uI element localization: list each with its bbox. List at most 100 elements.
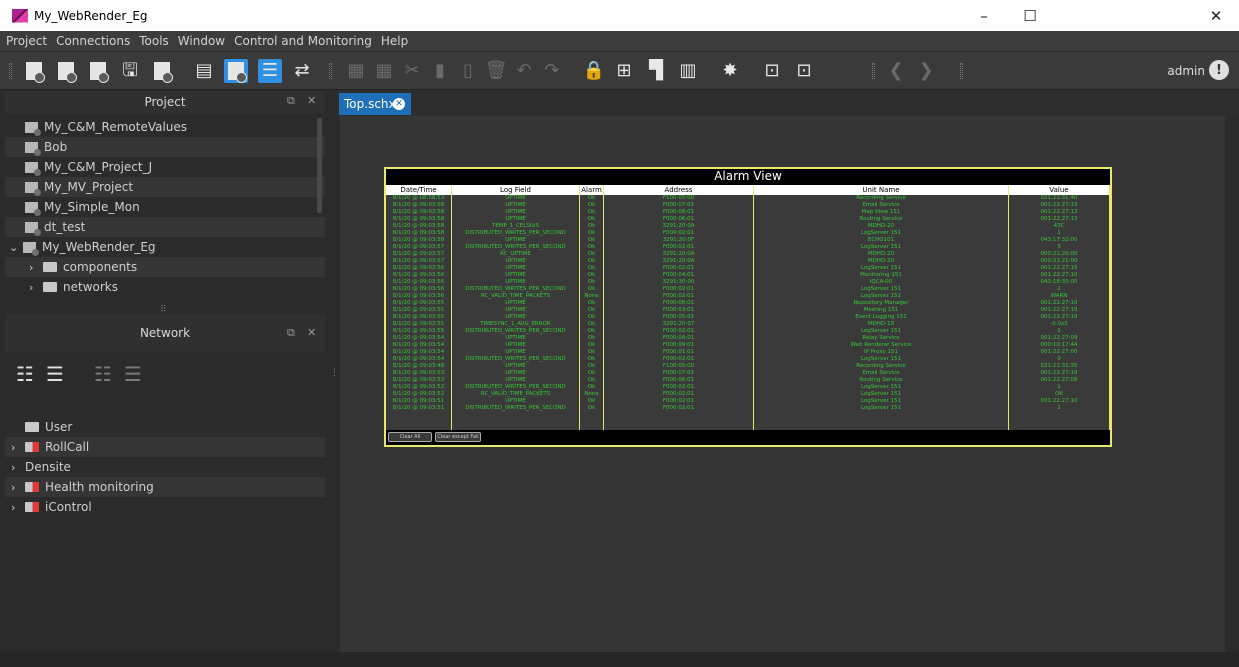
project-item[interactable]: Bob bbox=[5, 137, 325, 157]
menu-tools[interactable]: Tools bbox=[139, 34, 169, 48]
save-button[interactable]: 🖫 bbox=[118, 59, 142, 83]
alarm-column-header[interactable]: Log Field bbox=[452, 185, 579, 195]
folder-item-networks[interactable]: › networks bbox=[5, 277, 325, 297]
redo-button[interactable]: ↷ bbox=[540, 59, 564, 83]
alarm-column-header[interactable]: Address bbox=[604, 185, 753, 195]
alarm-cell: 8/1/20 @ 09:03:54 bbox=[392, 342, 445, 348]
copy-button[interactable]: ▮ bbox=[428, 59, 452, 83]
network-item-health[interactable]: › Health monitoring bbox=[5, 477, 325, 497]
network-item-icontrol[interactable]: › iControl bbox=[5, 497, 325, 517]
alarm-cell: 8/1/20 @ 09:03:57 bbox=[392, 258, 445, 264]
clear-all-button[interactable]: Clear All bbox=[388, 432, 432, 442]
layer-button[interactable]: ▜ bbox=[644, 59, 668, 83]
back-button[interactable]: ❮ bbox=[884, 59, 908, 83]
alarm-cell: 8/1/20 @ 09:03:52 bbox=[392, 391, 445, 397]
user-name[interactable]: admin bbox=[1167, 64, 1205, 78]
close-document-icon bbox=[90, 62, 109, 83]
paste-button[interactable]: ▯ bbox=[456, 59, 480, 83]
project-item[interactable]: My_Simple_Mon bbox=[5, 197, 325, 217]
alarm-view-widget[interactable]: Alarm View Date/Time 8/1/20 @ 08:58:53 8/1… bbox=[384, 167, 1112, 447]
project-item[interactable]: dt_test bbox=[5, 217, 325, 237]
run-remote-button[interactable]: ⊡ bbox=[792, 59, 816, 83]
menu-connections[interactable]: Connections bbox=[56, 34, 130, 48]
close-icon[interactable]: ✕ bbox=[307, 326, 316, 339]
save-as-icon bbox=[154, 62, 173, 83]
folder-item-components[interactable]: › components bbox=[5, 257, 325, 277]
chevron-down-icon[interactable]: ⌄ bbox=[9, 241, 19, 254]
network-item-user[interactable]: User bbox=[5, 417, 325, 437]
alarm-column-header[interactable]: Unit Name bbox=[754, 185, 1008, 195]
new-project-button[interactable] bbox=[22, 59, 46, 83]
alarm-column-header[interactable]: Date/Time bbox=[386, 185, 451, 195]
status-bar bbox=[0, 652, 1239, 667]
network-item-densite[interactable]: › Densite bbox=[5, 457, 325, 477]
toolbar-grip[interactable] bbox=[329, 63, 332, 79]
menu-project[interactable]: Project bbox=[6, 34, 47, 48]
chevron-right-icon[interactable]: › bbox=[29, 261, 39, 274]
align-button[interactable]: ▥ bbox=[676, 59, 700, 83]
save-as-button[interactable] bbox=[150, 59, 174, 83]
delete-button[interactable]: 🗑 bbox=[484, 59, 508, 83]
toolbar-grip[interactable] bbox=[960, 63, 963, 79]
undock-icon[interactable]: ⧉ bbox=[287, 326, 295, 340]
alarm-column-header[interactable]: Value bbox=[1009, 185, 1109, 195]
canvas-scrollbar[interactable] bbox=[1225, 116, 1239, 652]
open-project-button[interactable] bbox=[54, 59, 78, 83]
run-local-button[interactable]: ⊡ bbox=[760, 59, 784, 83]
menu-control-monitoring[interactable]: Control and Monitoring bbox=[234, 34, 372, 48]
toolbar-grip[interactable] bbox=[872, 63, 875, 79]
alarm-cell: MDHD-20 bbox=[867, 251, 895, 257]
project-item[interactable]: My_C&M_Project_J bbox=[5, 157, 325, 177]
project-item-expanded[interactable]: ⌄ My_WebRender_Eg bbox=[5, 237, 325, 257]
maximize-button[interactable]: ☐ bbox=[1007, 0, 1053, 31]
clear-except-fail-button[interactable]: Clear except Fail bbox=[435, 432, 481, 442]
expand-all-button[interactable]: ☷ bbox=[13, 361, 37, 387]
undock-icon[interactable]: ⧉ bbox=[287, 94, 295, 108]
collapse-selected-button[interactable]: ☰ bbox=[121, 361, 145, 387]
project-scrollbar[interactable] bbox=[317, 118, 322, 213]
project-item[interactable]: My_MV_Project bbox=[5, 177, 325, 197]
menu-help[interactable]: Help bbox=[381, 34, 408, 48]
title-bar: My_WebRender_Eg – ☐ ✕ bbox=[0, 0, 1239, 31]
menu-window[interactable]: Window bbox=[178, 34, 225, 48]
toolbar-grip[interactable] bbox=[9, 63, 12, 79]
lock-button[interactable]: 🔒 bbox=[582, 59, 606, 83]
forward-button[interactable]: ❯ bbox=[914, 59, 938, 83]
collapse-all-button[interactable]: ☰ bbox=[43, 361, 67, 387]
undo-button[interactable]: ↶ bbox=[512, 59, 536, 83]
connect-button[interactable]: ⇄ bbox=[290, 59, 314, 83]
folder-icon bbox=[43, 282, 57, 292]
cut-button[interactable]: ✂ bbox=[400, 59, 424, 83]
chevron-right-icon[interactable]: › bbox=[11, 461, 21, 474]
expand-selected-button[interactable]: ☷ bbox=[91, 361, 115, 387]
close-tab-icon[interactable]: ✕ bbox=[393, 98, 405, 110]
chevron-right-icon[interactable]: › bbox=[11, 441, 21, 454]
grid-small-button[interactable]: ▦ bbox=[344, 59, 368, 83]
chevron-right-icon[interactable]: › bbox=[29, 281, 39, 294]
editor-tab-bar: Top.schx ✕ bbox=[337, 90, 1239, 116]
close-button[interactable]: ✕ bbox=[1193, 0, 1239, 31]
grid-toggle-button[interactable]: ⊞ bbox=[612, 59, 636, 83]
project-view-button[interactable] bbox=[224, 59, 248, 83]
project-item[interactable]: My_C&M_RemoteValues bbox=[5, 117, 325, 137]
grid-large-button[interactable]: ▦ bbox=[372, 59, 396, 83]
close-project-button[interactable] bbox=[86, 59, 110, 83]
alarm-column-header[interactable]: Alarm bbox=[580, 185, 603, 195]
properties-button[interactable]: ▤ bbox=[192, 59, 216, 83]
close-icon[interactable]: ✕ bbox=[307, 94, 316, 107]
alarm-cell: F000:03:01 bbox=[662, 307, 695, 313]
alarm-column: Value 021:21:31:40 001:22:27:13 001:22:27:1… bbox=[1009, 185, 1110, 433]
chevron-right-icon[interactable]: › bbox=[11, 501, 21, 514]
alarm-cell: LogServer 151 bbox=[860, 286, 902, 292]
alarm-cell: OK bbox=[1055, 391, 1063, 397]
settings-button[interactable]: ✸ bbox=[718, 59, 742, 83]
minimize-button[interactable]: – bbox=[961, 0, 1007, 31]
project-tree: My_C&M_RemoteValues Bob My_C&M_Project_J… bbox=[5, 117, 325, 297]
panel-splitter[interactable]: ⋮ bbox=[329, 90, 339, 652]
network-item-rollcall[interactable]: › RollCall bbox=[5, 437, 325, 457]
network-view-button[interactable]: ☰ bbox=[258, 59, 282, 83]
chevron-right-icon[interactable]: › bbox=[11, 481, 21, 494]
alarm-cell: None bbox=[584, 391, 599, 397]
user-avatar-icon[interactable]: ! bbox=[1209, 60, 1229, 80]
tab-top-schx[interactable]: Top.schx ✕ bbox=[339, 93, 411, 115]
